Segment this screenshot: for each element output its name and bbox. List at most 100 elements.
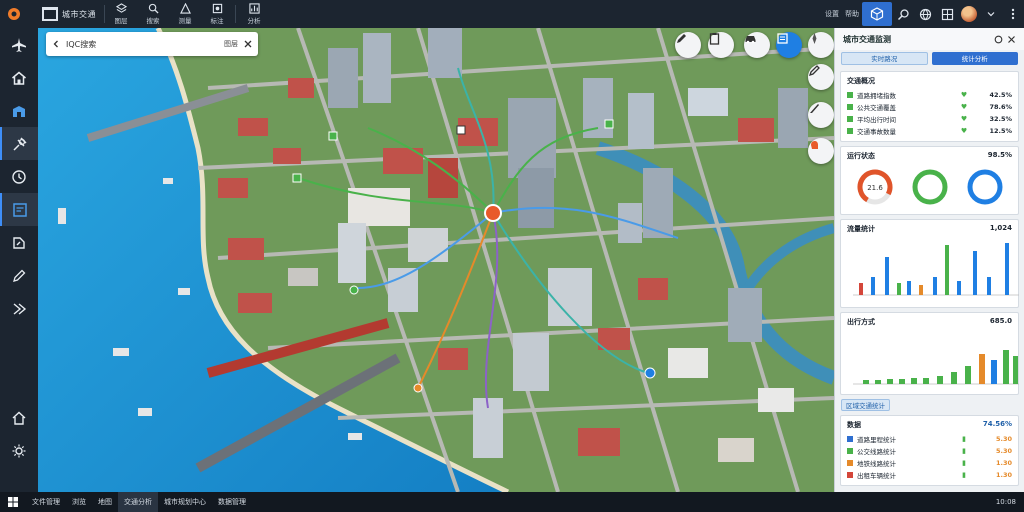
- sidebar-item-draw[interactable]: [0, 259, 38, 292]
- gauges-title: 运行状态: [847, 152, 875, 160]
- refresh-icon[interactable]: [994, 35, 1003, 44]
- compass-icon: [812, 33, 817, 44]
- summary-title: 交通概况: [847, 77, 875, 85]
- measure-icon: [179, 3, 191, 14]
- search-icon: [148, 3, 159, 14]
- sidebar-item-export[interactable]: [0, 226, 38, 259]
- summary-row-value: 78.6%: [989, 103, 1012, 111]
- heart-icon: ♥: [960, 103, 968, 111]
- gauge-blue: [967, 169, 1002, 205]
- city-map[interactable]: [38, 28, 834, 492]
- data-row[interactable]: 出租车辆统计 ▮ 1.30: [847, 469, 1012, 481]
- taskbar-item[interactable]: 数据管理: [212, 492, 252, 512]
- search-input[interactable]: IQC搜索: [66, 39, 218, 50]
- taskbar-item[interactable]: 地图: [92, 492, 118, 512]
- mode-bar-chart: [853, 350, 1019, 385]
- data-row[interactable]: 道路里程统计 ▮ 5.30: [847, 433, 1012, 445]
- cube-icon: [870, 7, 884, 21]
- taskbar-item[interactable]: 城市规划中心: [158, 492, 212, 512]
- marker-icon: [212, 3, 222, 14]
- grid-button[interactable]: [936, 3, 958, 25]
- toolbar-search-button[interactable]: 搜索: [137, 0, 169, 28]
- summary-row[interactable]: 交通事故数量 ♥ 12.5%: [847, 125, 1012, 137]
- map-icon: [13, 202, 27, 217]
- clock-icon: [12, 169, 26, 184]
- layers-icon: [115, 3, 127, 13]
- map-tool-layer-button[interactable]: [776, 32, 802, 58]
- data-row[interactable]: 地铁线路统计 ▮ 1.30: [847, 457, 1012, 469]
- map-tool-clipboard-button[interactable]: [708, 32, 734, 58]
- close-icon[interactable]: [244, 40, 252, 48]
- magnifier-icon: [897, 8, 909, 20]
- sidebar-item-buildings[interactable]: [0, 94, 38, 127]
- sidebar-item-airport[interactable]: [0, 28, 38, 61]
- taskbar-item[interactable]: 浏览: [66, 492, 92, 512]
- legend-swatch: [847, 472, 853, 478]
- map-tool-knife-button[interactable]: [808, 102, 834, 128]
- panel-title: 城市交通监测: [843, 34, 891, 44]
- toolbar-settings-link[interactable]: 设置: [822, 9, 842, 19]
- sidebar-item-house[interactable]: [0, 401, 38, 434]
- legend-swatch: [847, 116, 853, 122]
- toolbar-chart-button[interactable]: 分析: [238, 0, 270, 28]
- map-canvas[interactable]: [38, 28, 834, 492]
- user-avatar[interactable]: [958, 3, 980, 25]
- toolbar-help-link[interactable]: 帮助: [842, 9, 862, 19]
- summary-row-label: 交通事故数量: [857, 128, 896, 136]
- search-layer-label[interactable]: 图层: [224, 39, 238, 49]
- data-row[interactable]: 公交线路统计 ▮ 5.30: [847, 445, 1012, 457]
- globe-button[interactable]: [914, 3, 936, 25]
- gauge-center-label: 21.6: [867, 184, 883, 192]
- bar-card-value: 1,024: [989, 224, 1012, 232]
- airplane-icon: [12, 37, 26, 52]
- data-row-label: 地铁线路统计: [857, 460, 896, 468]
- toolbar-marker-button[interactable]: 标注: [201, 0, 233, 28]
- map-tool-compass-button[interactable]: [808, 32, 834, 58]
- back-arrow-icon[interactable]: [52, 40, 60, 48]
- sidebar-item-settings[interactable]: [0, 434, 38, 467]
- taskbar-item[interactable]: 文件管理: [26, 492, 66, 512]
- app-window: { "app": { "title": "城市交通" }, "toolbar":…: [0, 0, 1024, 512]
- app-logo-icon[interactable]: [0, 0, 28, 28]
- hand-icon: [811, 141, 818, 149]
- sidebar-item-home[interactable]: [0, 61, 38, 94]
- taskbar-item[interactable]: 交通分析: [118, 492, 158, 512]
- tab-realtime[interactable]: 实时路况: [841, 52, 928, 65]
- home-icon: [12, 71, 26, 85]
- building-icon: [13, 105, 25, 117]
- more-menu-button[interactable]: [1002, 3, 1024, 25]
- map-tool-pencil-button[interactable]: [808, 64, 834, 90]
- sun-icon: [12, 444, 26, 457]
- map-tool-traffic-button[interactable]: [744, 32, 770, 58]
- sidebar-item-map[interactable]: [0, 193, 38, 226]
- summary-row[interactable]: 平均出行时间 ♥ 32.5%: [847, 113, 1012, 125]
- map-tool-draw-button[interactable]: [675, 32, 701, 58]
- map-tool-hand-button[interactable]: [808, 138, 834, 164]
- data-row-marker: ▮: [962, 471, 966, 479]
- top-toolbar: 城市交通 图层 搜索 测量 标注 分析 设置 帮助: [0, 0, 1024, 28]
- summary-row[interactable]: 道路拥堵指数 ♥ 42.5%: [847, 89, 1012, 101]
- regional-stats-pill[interactable]: 区域交通统计: [841, 399, 890, 411]
- tab-statistics[interactable]: 统计分析: [931, 52, 1018, 65]
- toolbar-layers-button[interactable]: 图层: [105, 0, 137, 28]
- bar-card2-value: 685.0: [989, 317, 1012, 325]
- panel-close-icon[interactable]: [1007, 35, 1016, 44]
- start-button[interactable]: [0, 497, 26, 507]
- pencil-icon: [808, 65, 820, 77]
- cube-view-button[interactable]: [862, 2, 892, 26]
- user-menu-toggle[interactable]: [980, 3, 1002, 25]
- map-search-bar[interactable]: IQC搜索 图层: [46, 32, 258, 56]
- toolbar-measure-button[interactable]: 测量: [169, 0, 201, 28]
- more-vertical-icon: [1011, 8, 1015, 20]
- bottom-data-card: 数据 74.56% 道路里程统计 ▮ 5.30 公交线路统计 ▮ 5.30 地铁线路统计 ▮ 1…: [840, 415, 1019, 486]
- summary-row[interactable]: 公共交通覆盖 ♥ 78.6%: [847, 101, 1012, 113]
- sidebar-item-satellite[interactable]: [0, 127, 38, 160]
- windows-icon: [8, 497, 18, 507]
- search-tool-button[interactable]: [892, 3, 914, 25]
- taskbar-clock[interactable]: 10:08: [988, 498, 1024, 506]
- sidebar-item-share[interactable]: [0, 292, 38, 325]
- transit-hub-marker[interactable]: [484, 204, 502, 222]
- legend-swatch: [847, 460, 853, 466]
- sidebar-item-history[interactable]: [0, 160, 38, 193]
- info-panel: 城市交通监测 实时路况 统计分析 交通概况 道路拥堵指数 ♥ 42.5% 公共交通覆盖…: [834, 28, 1024, 492]
